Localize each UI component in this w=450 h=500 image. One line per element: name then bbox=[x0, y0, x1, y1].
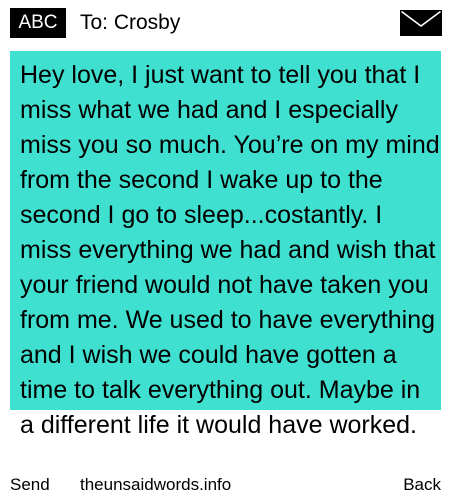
site-link[interactable]: theunsaidwords.info bbox=[80, 474, 231, 496]
footer-bar: Send theunsaidwords.info Back bbox=[0, 470, 450, 500]
send-button[interactable]: Send bbox=[10, 474, 50, 496]
header-bar: ABC To: Crosby bbox=[0, 0, 450, 46]
back-button[interactable]: Back bbox=[403, 474, 441, 496]
message-screen: ABC To: Crosby Hey love, I just want to … bbox=[0, 0, 450, 500]
message-body: Hey love, I just want to tell you that I… bbox=[20, 61, 440, 439]
envelope-icon[interactable] bbox=[400, 10, 442, 36]
recipient-label: To: Crosby bbox=[80, 11, 181, 34]
abc-badge[interactable]: ABC bbox=[10, 8, 66, 38]
